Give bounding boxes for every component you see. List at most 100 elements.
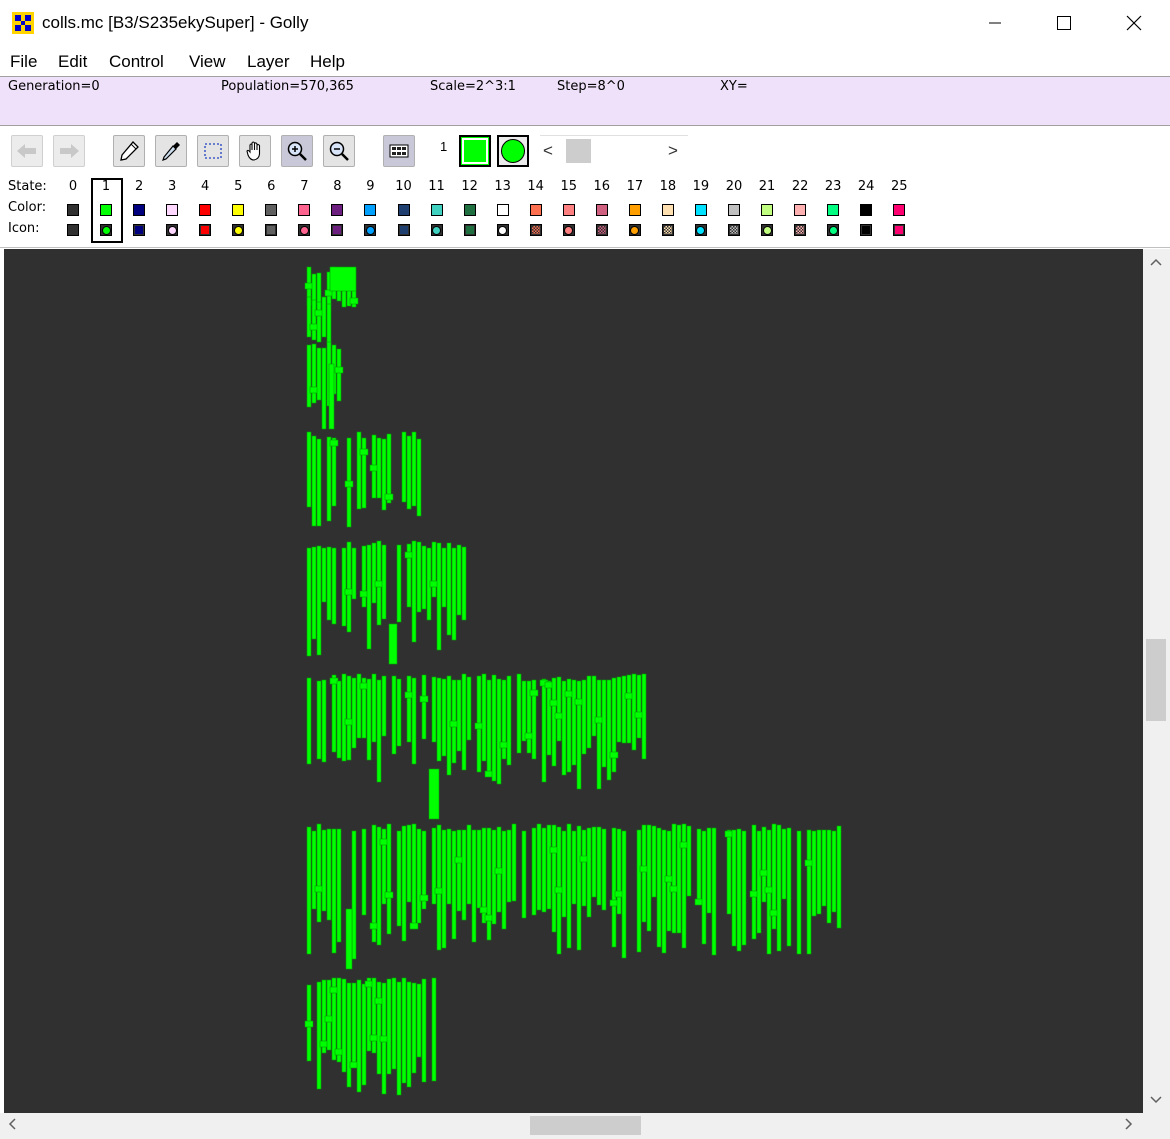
state-icon-12[interactable] xyxy=(463,224,476,236)
state-icon-22[interactable] xyxy=(794,224,807,236)
state-color-21[interactable] xyxy=(761,204,774,216)
state-number-20[interactable]: 20 xyxy=(722,179,746,194)
vertical-scroll-thumb[interactable] xyxy=(1146,639,1166,721)
scroll-left-arrow[interactable] xyxy=(8,1117,16,1134)
slider-thumb[interactable] xyxy=(566,139,591,163)
state-icon-18[interactable] xyxy=(661,224,674,236)
state-color-15[interactable] xyxy=(562,204,575,216)
state-number-16[interactable]: 16 xyxy=(590,179,614,194)
state-number-5[interactable]: 5 xyxy=(226,179,250,194)
draw-button[interactable] xyxy=(113,135,145,167)
menu-edit[interactable]: Edit xyxy=(58,52,87,72)
scroll-down-arrow[interactable] xyxy=(1150,1092,1162,1107)
menu-layer[interactable]: Layer xyxy=(247,52,290,72)
state-color-25[interactable] xyxy=(893,204,906,216)
vertical-scrollbar[interactable] xyxy=(1143,249,1170,1113)
slider-right-arrow[interactable]: > xyxy=(668,141,678,161)
move-button[interactable] xyxy=(239,135,271,167)
state-number-14[interactable]: 14 xyxy=(524,179,548,194)
select-button[interactable] xyxy=(197,135,229,167)
scroll-right-arrow[interactable] xyxy=(1125,1117,1133,1135)
state-color-18[interactable] xyxy=(661,204,674,216)
state-icon-25[interactable] xyxy=(893,224,906,236)
state-number-8[interactable]: 8 xyxy=(325,179,349,194)
state-number-11[interactable]: 11 xyxy=(425,179,449,194)
undo-button[interactable] xyxy=(11,135,43,167)
state-icon-0[interactable] xyxy=(67,224,79,236)
state-number-17[interactable]: 17 xyxy=(623,179,647,194)
state-number-3[interactable]: 3 xyxy=(160,179,184,194)
state-color-8[interactable] xyxy=(331,204,344,216)
state-color-16[interactable] xyxy=(595,204,608,216)
state-color-7[interactable] xyxy=(298,204,311,216)
state-color-5[interactable] xyxy=(232,204,245,216)
state-color-20[interactable] xyxy=(728,204,740,216)
state-color-19[interactable] xyxy=(694,204,707,216)
state-color-2[interactable] xyxy=(133,204,146,216)
state-icon-6[interactable] xyxy=(265,224,278,236)
state-number-24[interactable]: 24 xyxy=(854,179,878,194)
state-number-21[interactable]: 21 xyxy=(755,179,779,194)
state-number-7[interactable]: 7 xyxy=(292,179,316,194)
state-icon-17[interactable] xyxy=(628,224,641,236)
state-icon-20[interactable] xyxy=(728,224,740,236)
menu-help[interactable]: Help xyxy=(310,52,345,72)
state-icon-3[interactable] xyxy=(166,224,179,236)
all-states-button[interactable] xyxy=(383,135,415,167)
state-color-17[interactable] xyxy=(628,204,641,216)
state-color-1[interactable] xyxy=(100,204,113,216)
state-icon-16[interactable] xyxy=(595,224,608,236)
state-number-10[interactable]: 10 xyxy=(392,179,416,194)
state-number-2[interactable]: 2 xyxy=(127,179,151,194)
zoom-in-button[interactable] xyxy=(281,135,313,167)
state-color-10[interactable] xyxy=(397,204,410,216)
state-icon-15[interactable] xyxy=(562,224,575,236)
state-number-22[interactable]: 22 xyxy=(788,179,812,194)
maximize-button[interactable] xyxy=(1029,0,1099,46)
state-number-12[interactable]: 12 xyxy=(458,179,482,194)
horizontal-scroll-thumb[interactable] xyxy=(530,1116,641,1135)
menu-control[interactable]: Control xyxy=(109,52,164,72)
current-state-icon[interactable] xyxy=(497,135,529,167)
state-number-25[interactable]: 25 xyxy=(887,179,911,194)
state-icon-24[interactable] xyxy=(860,224,873,236)
state-icon-11[interactable] xyxy=(430,224,443,236)
state-number-6[interactable]: 6 xyxy=(259,179,283,194)
state-color-9[interactable] xyxy=(364,204,377,216)
state-icon-2[interactable] xyxy=(133,224,146,236)
minimize-button[interactable] xyxy=(960,0,1030,46)
state-icon-13[interactable] xyxy=(496,224,509,236)
close-button[interactable] xyxy=(1099,0,1169,46)
state-number-19[interactable]: 19 xyxy=(689,179,713,194)
state-icon-7[interactable] xyxy=(298,224,311,236)
state-color-14[interactable] xyxy=(529,204,542,216)
state-color-3[interactable] xyxy=(166,204,179,216)
state-color-13[interactable] xyxy=(496,204,509,216)
state-number-0[interactable]: 0 xyxy=(61,179,85,194)
pattern-canvas[interactable] xyxy=(4,249,1143,1113)
zoom-out-button[interactable] xyxy=(323,135,355,167)
state-icon-8[interactable] xyxy=(331,224,344,236)
state-color-0[interactable] xyxy=(67,204,79,216)
state-icon-5[interactable] xyxy=(232,224,245,236)
state-number-9[interactable]: 9 xyxy=(358,179,382,194)
redo-button[interactable] xyxy=(53,135,85,167)
pattern-viewport[interactable] xyxy=(4,249,1143,1113)
state-color-23[interactable] xyxy=(827,204,840,216)
state-color-22[interactable] xyxy=(794,204,807,216)
state-icon-10[interactable] xyxy=(397,224,410,236)
menu-view[interactable]: View xyxy=(189,52,226,72)
state-number-15[interactable]: 15 xyxy=(557,179,581,194)
state-icon-9[interactable] xyxy=(364,224,377,236)
menu-file[interactable]: File xyxy=(10,52,37,72)
state-color-24[interactable] xyxy=(860,204,873,216)
state-number-4[interactable]: 4 xyxy=(193,179,217,194)
state-icon-19[interactable] xyxy=(694,224,707,236)
state-color-12[interactable] xyxy=(463,204,476,216)
state-color-4[interactable] xyxy=(199,204,212,216)
state-color-6[interactable] xyxy=(265,204,278,216)
state-icon-4[interactable] xyxy=(199,224,212,236)
state-number-23[interactable]: 23 xyxy=(821,179,845,194)
state-number-13[interactable]: 13 xyxy=(491,179,515,194)
state-icon-23[interactable] xyxy=(827,224,840,236)
